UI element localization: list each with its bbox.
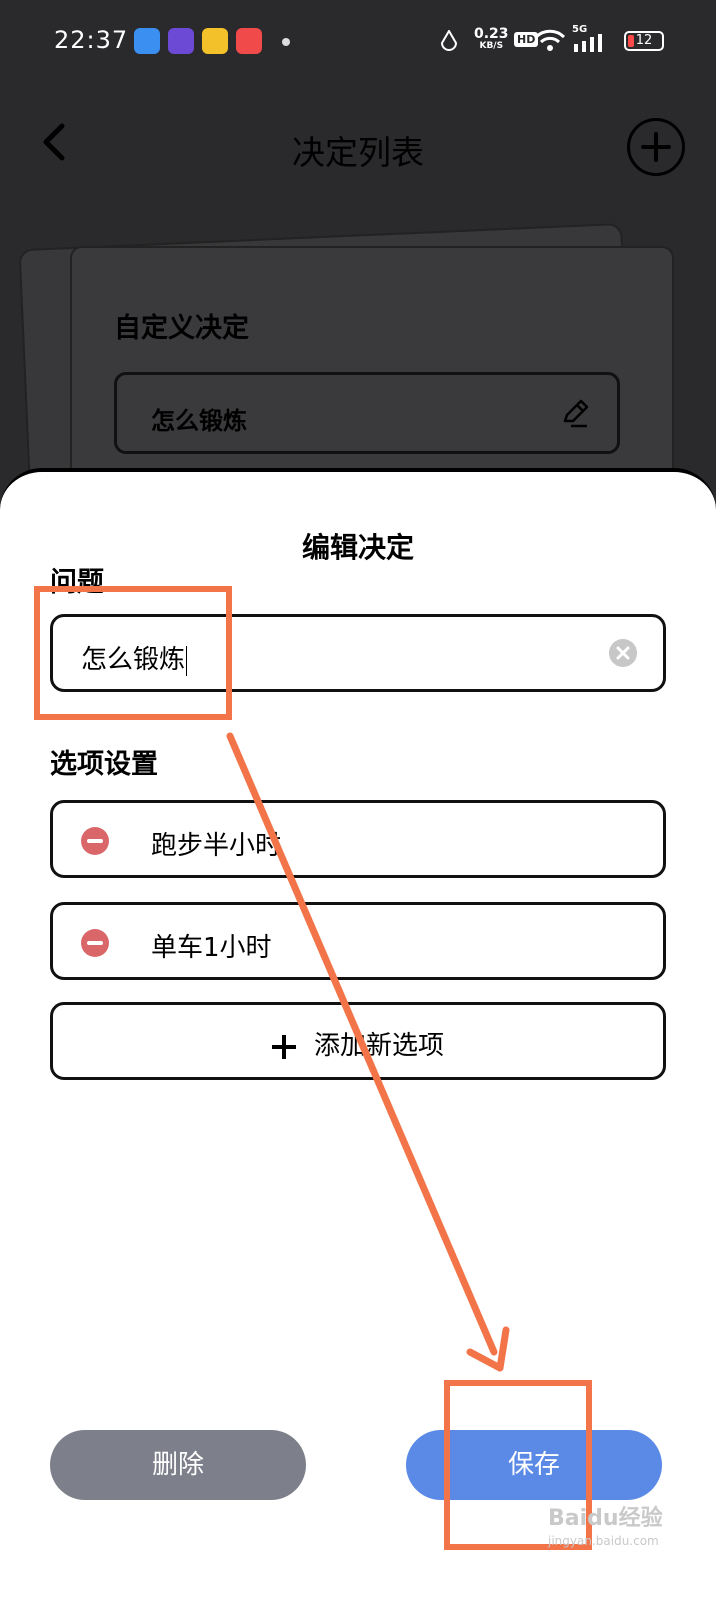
app-red-music-icon [236,28,262,54]
status-bar: 22:37 0.23 KB/S HD 5G 12 [0,0,716,84]
plus-icon [271,1034,296,1059]
app-yellow-icon [202,28,228,54]
option-label: 跑步半小时 [151,831,282,861]
page-title: 决定列表 [292,133,424,172]
delete-button[interactable]: 删除 [50,1430,306,1500]
sheet-title: 编辑决定 [301,531,414,564]
decision-item[interactable]: 怎么锻炼 [114,372,620,454]
options-label: 选项设置 [50,749,158,780]
remove-option-icon[interactable] [81,827,109,855]
clear-icon[interactable] [609,639,637,667]
remove-option-icon[interactable] [81,929,109,957]
app-blue-icon [134,28,160,54]
app-purple-icon [168,28,194,54]
option-row[interactable]: 跑步半小时 [50,800,666,878]
decision-item-label: 怎么锻炼 [151,407,247,435]
option-row[interactable]: 单车1小时 [50,902,666,980]
watermark-sub: jingyan.baidu.com [548,1534,659,1548]
data-saver-icon [440,30,458,51]
plus-icon [641,132,671,162]
watermark: Baidu经验 [548,1506,663,1531]
battery-icon: 12 [624,31,664,51]
card-title: 自定义决定 [114,313,249,344]
net-speed: 0.23 KB/S [474,26,509,51]
annotation-box-question [34,586,232,720]
wifi-icon [534,29,566,51]
add-option-label: 添加新选项 [313,1031,444,1061]
add-decision-button[interactable] [627,118,685,176]
notification-dot-icon [282,38,290,46]
signal-icon [574,34,602,52]
option-label: 单车1小时 [151,933,272,963]
header: 决定列表 [0,90,716,200]
edit-icon[interactable] [559,397,591,429]
status-time: 22:37 [54,26,129,54]
add-option-button[interactable]: 添加新选项 [50,1002,666,1080]
